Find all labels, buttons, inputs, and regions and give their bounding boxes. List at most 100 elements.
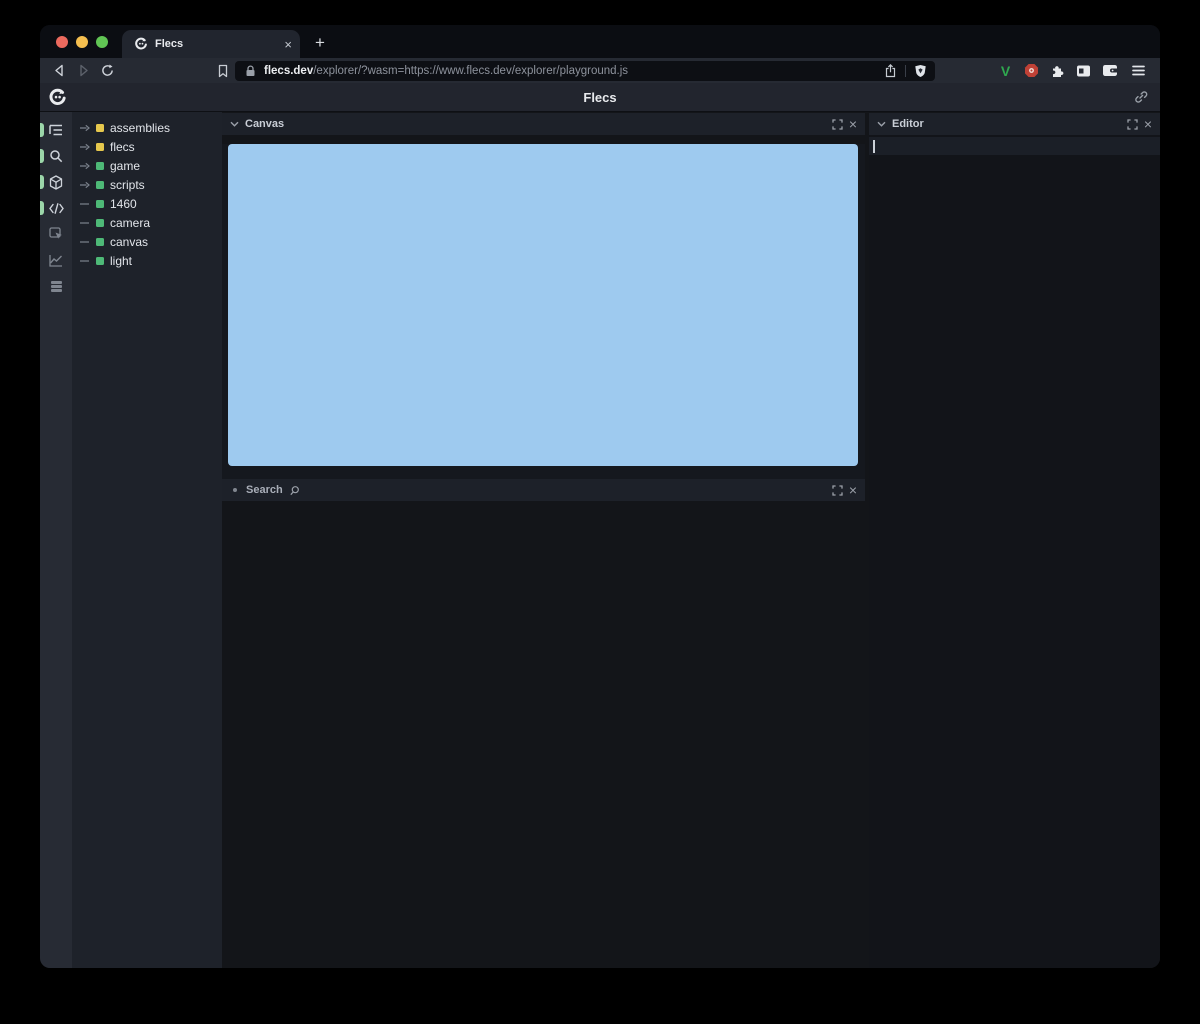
red-extension-icon[interactable] xyxy=(1023,62,1040,79)
icon-sidebar xyxy=(40,112,72,968)
lock-icon xyxy=(245,65,256,77)
browser-tab[interactable]: Flecs × xyxy=(122,30,300,58)
browser-toolbar: flecs.dev/explorer/?wasm=https://www.fle… xyxy=(40,58,1160,83)
entity-color-square xyxy=(96,124,104,132)
chevron-down-icon[interactable] xyxy=(230,121,239,127)
entity-color-square xyxy=(96,162,104,170)
app-header: Flecs xyxy=(40,83,1160,112)
search-panel-header[interactable]: Search × xyxy=(222,479,865,501)
extension-icons: V xyxy=(997,62,1118,79)
sidebar-item-inspect[interactable] xyxy=(40,221,72,247)
url-domain: flecs.dev xyxy=(264,65,313,77)
close-window-button[interactable] xyxy=(56,36,68,48)
main-area: assemblies flecs game scripts 1460 camera canv… xyxy=(40,112,1160,968)
expand-arrow-icon[interactable] xyxy=(80,162,96,170)
entity-color-square xyxy=(96,219,104,227)
close-icon[interactable]: × xyxy=(849,483,857,497)
tree-item-label: scripts xyxy=(110,178,145,192)
bookmark-icon[interactable] xyxy=(217,64,229,78)
menu-icon[interactable] xyxy=(1132,65,1145,76)
tree-item-canvas[interactable]: canvas xyxy=(72,232,222,251)
divider xyxy=(905,65,906,77)
flecs-favicon-icon xyxy=(134,37,148,51)
content-area: Canvas × Search xyxy=(222,112,1160,968)
url-path: /explorer/?wasm=https://www.flecs.dev/ex… xyxy=(313,65,628,77)
url-text: flecs.dev/explorer/?wasm=https://www.fle… xyxy=(264,65,884,77)
sidebar-item-stats[interactable] xyxy=(40,247,72,273)
entity-tree-panel: assemblies flecs game scripts 1460 camera canv… xyxy=(72,112,222,968)
tree-item-label: light xyxy=(110,254,132,268)
address-bar[interactable]: flecs.dev/explorer/?wasm=https://www.fle… xyxy=(235,61,935,81)
expand-arrow-icon[interactable] xyxy=(80,181,96,189)
tree-item-label: 1460 xyxy=(110,197,137,211)
tree-item-label: game xyxy=(110,159,140,173)
canvas-panel-title: Canvas xyxy=(245,118,284,130)
search-icon xyxy=(289,485,300,496)
sidebar-item-entities[interactable] xyxy=(40,169,72,195)
zoom-window-button[interactable] xyxy=(96,36,108,48)
tree-item-flecs[interactable]: flecs xyxy=(72,137,222,156)
address-bar-actions xyxy=(884,64,927,78)
fullscreen-icon[interactable] xyxy=(1127,119,1138,130)
tree-item-game[interactable]: game xyxy=(72,156,222,175)
tree-item-camera[interactable]: camera xyxy=(72,213,222,232)
entity-color-square xyxy=(96,200,104,208)
permalink-icon[interactable] xyxy=(1134,90,1148,104)
canvas-panel-header[interactable]: Canvas × xyxy=(222,113,865,135)
browser-window: Flecs × + flecs.dev/explorer/?wasm=https… xyxy=(40,25,1160,968)
tab-bar: Flecs × + xyxy=(40,25,1160,58)
tree-item-1460[interactable]: 1460 xyxy=(72,194,222,213)
forward-icon[interactable] xyxy=(71,64,95,77)
leaf-dash-icon xyxy=(80,219,96,227)
reload-icon[interactable] xyxy=(95,64,119,77)
back-icon[interactable] xyxy=(47,64,71,77)
chevron-down-icon[interactable] xyxy=(877,121,886,127)
close-icon[interactable]: × xyxy=(1144,117,1152,131)
vimium-extension-icon[interactable]: V xyxy=(997,62,1014,79)
editor-current-line[interactable] xyxy=(869,137,1160,155)
close-icon[interactable]: × xyxy=(849,117,857,131)
tree-item-assemblies[interactable]: assemblies xyxy=(72,118,222,137)
leaf-dash-icon xyxy=(80,238,96,246)
extensions-puzzle-icon[interactable] xyxy=(1049,62,1066,79)
tree-item-light[interactable]: light xyxy=(72,251,222,270)
tab-title: Flecs xyxy=(155,38,277,50)
entity-color-square xyxy=(96,257,104,265)
wallet-icon[interactable] xyxy=(1101,62,1118,79)
text-cursor xyxy=(873,140,875,153)
window-controls xyxy=(40,25,122,58)
expand-arrow-icon[interactable] xyxy=(80,143,96,151)
search-panel: Search × xyxy=(222,479,865,501)
collapsed-dot-icon[interactable] xyxy=(233,488,237,492)
sidebar-item-code[interactable] xyxy=(40,195,72,221)
leaf-dash-icon xyxy=(80,257,96,265)
new-tab-button[interactable]: + xyxy=(315,33,325,53)
share-icon[interactable] xyxy=(884,64,897,78)
canvas-panel: Canvas × xyxy=(222,113,865,488)
entity-color-square xyxy=(96,143,104,151)
tree-item-label: assemblies xyxy=(110,121,170,135)
editor-panel: Editor × xyxy=(869,113,1160,968)
editor-panel-header[interactable]: Editor × xyxy=(869,113,1160,135)
leaf-dash-icon xyxy=(80,200,96,208)
sidebar-icon[interactable] xyxy=(1075,62,1092,79)
expand-arrow-icon[interactable] xyxy=(80,124,96,132)
editor-panel-title: Editor xyxy=(892,118,924,130)
tree-item-label: camera xyxy=(110,216,150,230)
tree-item-scripts[interactable]: scripts xyxy=(72,175,222,194)
canvas-panel-body xyxy=(222,144,865,488)
tree-item-label: flecs xyxy=(110,140,135,154)
fullscreen-icon[interactable] xyxy=(832,119,843,130)
sidebar-item-search[interactable] xyxy=(40,143,72,169)
entity-color-square xyxy=(96,238,104,246)
page-title: Flecs xyxy=(40,90,1160,105)
sidebar-item-entity-tree[interactable] xyxy=(40,117,72,143)
sidebar-item-tables[interactable] xyxy=(40,273,72,299)
render-canvas[interactable] xyxy=(228,144,858,466)
entity-color-square xyxy=(96,181,104,189)
search-panel-title: Search xyxy=(246,484,283,496)
fullscreen-icon[interactable] xyxy=(832,485,843,496)
brave-shield-icon[interactable] xyxy=(914,64,927,78)
tab-close-icon[interactable]: × xyxy=(284,38,292,51)
minimize-window-button[interactable] xyxy=(76,36,88,48)
